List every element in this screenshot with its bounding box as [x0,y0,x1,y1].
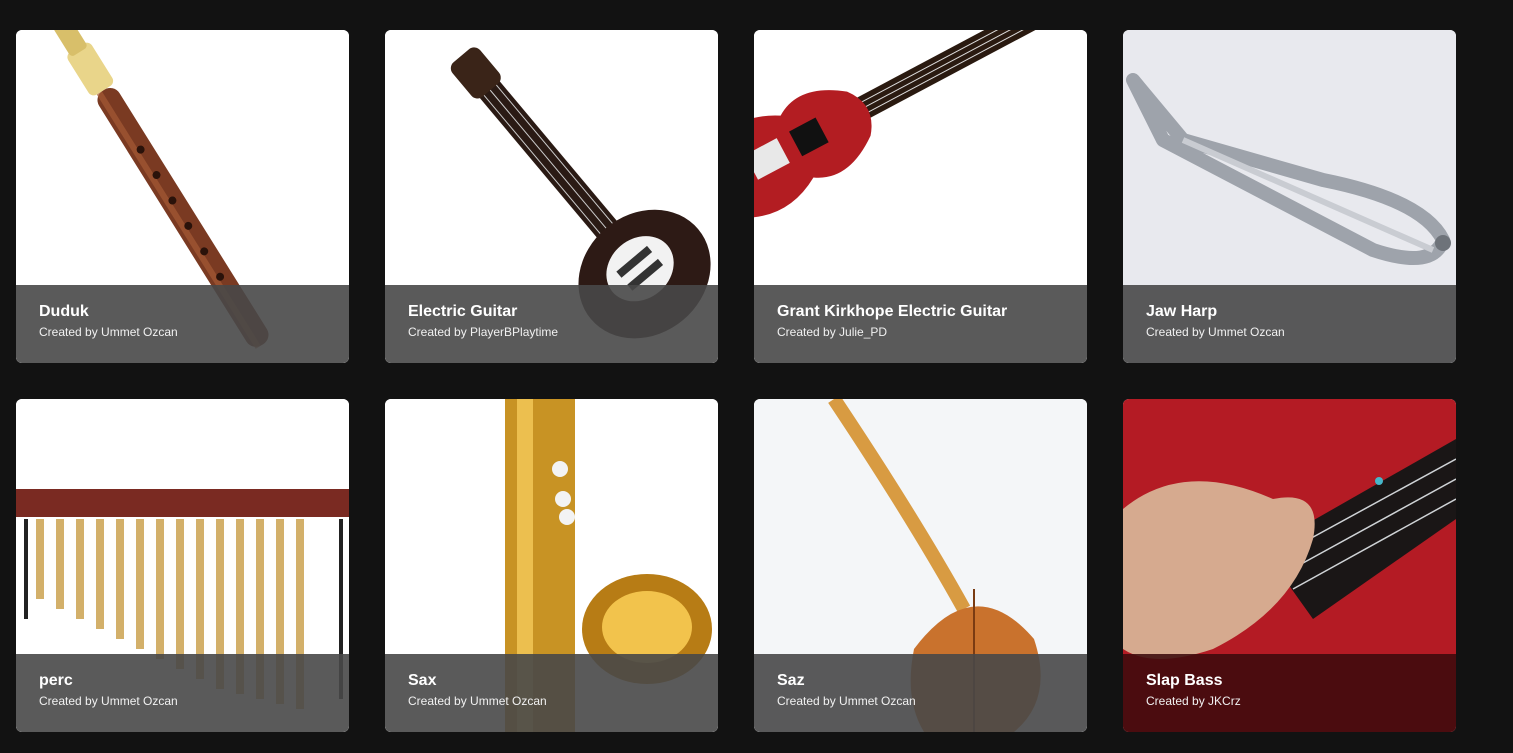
card-caption: Grant Kirkhope Electric Guitar Created b… [754,285,1087,363]
card-caption: perc Created by Ummet Ozcan [16,654,349,732]
card-caption: Duduk Created by Ummet Ozcan [16,285,349,363]
card-caption: Jaw Harp Created by Ummet Ozcan [1123,285,1456,363]
instrument-title: Saz [777,672,805,689]
creator-line: Created by Julie_PD [777,325,888,339]
instrument-title: perc [39,672,73,689]
card-caption: Saz Created by Ummet Ozcan [754,654,1087,732]
creator-line: Created by Ummet Ozcan [39,694,178,708]
instrument-title: Duduk [39,303,89,320]
instrument-title: Jaw Harp [1146,303,1218,320]
creator-line: Created by Ummet Ozcan [777,694,916,708]
instrument-card-perc[interactable]: perc Created by Ummet Ozcan [16,399,349,732]
creator-line: Created by Ummet Ozcan [39,325,178,339]
instrument-card-sax[interactable]: Sax Created by Ummet Ozcan [385,399,718,732]
card-caption: Electric Guitar Created by PlayerBPlayti… [385,285,718,363]
creator-line: Created by Ummet Ozcan [1146,325,1285,339]
card-caption: Sax Created by Ummet Ozcan [385,654,718,732]
instrument-card-duduk[interactable]: Duduk Created by Ummet Ozcan [16,30,349,363]
instrument-title: Electric Guitar [408,303,518,320]
card-caption: Slap Bass Created by JKCrz [1123,654,1456,732]
instrument-card-saz[interactable]: Saz Created by Ummet Ozcan [754,399,1087,732]
instrument-card-electric-guitar[interactable]: Electric Guitar Created by PlayerBPlayti… [385,30,718,363]
creator-line: Created by JKCrz [1146,694,1241,708]
instrument-card-grant-kirkhope-electric-guitar[interactable]: Grant Kirkhope Electric Guitar Created b… [754,30,1087,363]
instrument-title: Grant Kirkhope Electric Guitar [777,303,1008,320]
instrument-card-jaw-harp[interactable]: Jaw Harp Created by Ummet Ozcan [1123,30,1456,363]
instrument-title: Sax [408,672,437,689]
creator-line: Created by PlayerBPlaytime [408,325,559,339]
instrument-card-slap-bass[interactable]: Slap Bass Created by JKCrz [1123,399,1456,732]
creator-line: Created by Ummet Ozcan [408,694,547,708]
instrument-title: Slap Bass [1146,672,1223,689]
